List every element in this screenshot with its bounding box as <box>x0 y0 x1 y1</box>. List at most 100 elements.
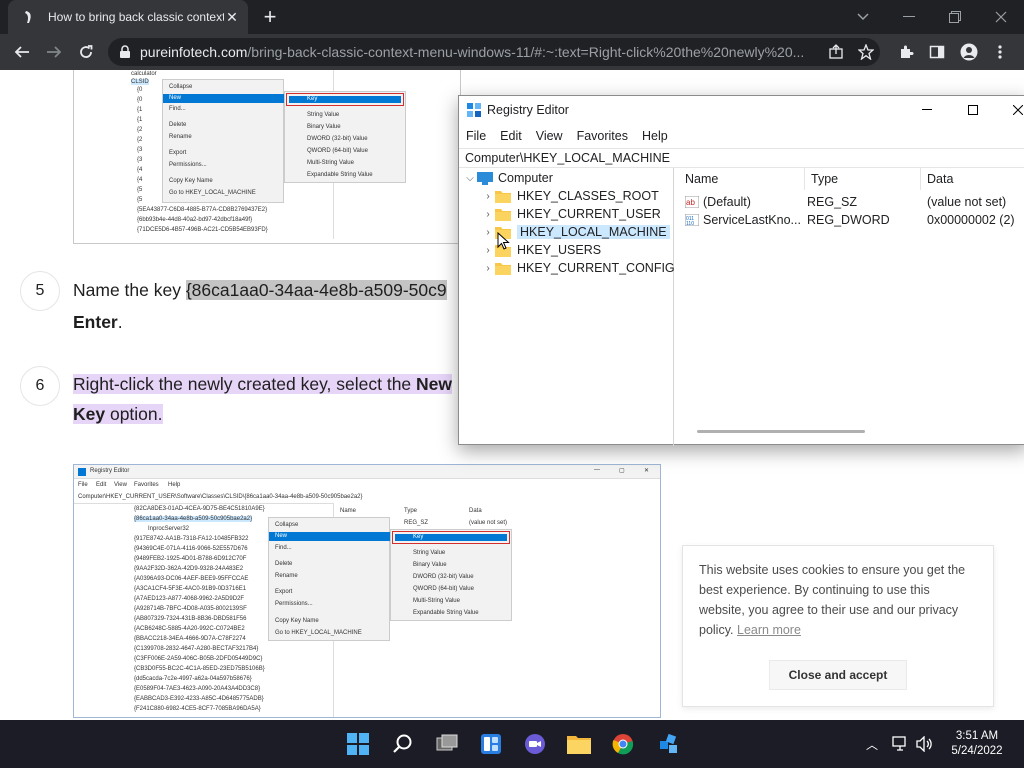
string-value-icon: ab <box>685 196 699 208</box>
menu-edit[interactable]: Edit <box>493 126 529 146</box>
tab-strip: How to bring back classic context menu ✕… <box>0 0 1024 34</box>
menu-file[interactable]: File <box>459 126 493 146</box>
back-button[interactable] <box>10 40 34 64</box>
chevron-down-icon[interactable]: ⌵ <box>463 173 477 184</box>
chrome-icon <box>612 734 634 755</box>
chevron-right-icon[interactable]: › <box>481 263 495 274</box>
windows-taskbar: ︿ 3:51 AM 5/24/2022 <box>0 720 1024 768</box>
screenshot2-context-menu: Collapse New Find... Delete Rename Expor… <box>268 517 390 641</box>
registry-values-list: Name Type Data ab (Default) REG_SZ (valu… <box>679 168 1024 446</box>
share-icon[interactable] <box>828 44 844 60</box>
chrome-tab-search-icon[interactable] <box>840 0 886 34</box>
clock-time: 3:51 AM <box>955 730 999 742</box>
menu-help[interactable]: Help <box>635 126 675 146</box>
column-header-name[interactable]: Name <box>679 168 805 190</box>
registry-editor-taskbar-button[interactable] <box>655 730 683 758</box>
registry-minimize-button[interactable] <box>907 96 947 124</box>
file-explorer-button[interactable] <box>565 730 593 758</box>
horizontal-scrollbar[interactable] <box>697 430 865 433</box>
step-6-line-2: Key option. <box>73 404 163 424</box>
registry-close-button[interactable] <box>1007 96 1024 124</box>
chevron-right-icon[interactable]: › <box>481 209 495 220</box>
binary-value-icon: 011110 <box>685 214 699 226</box>
step-6-line-1: Right-click the newly created key, selec… <box>73 374 453 394</box>
registry-editor-icon <box>467 103 481 117</box>
system-clock[interactable]: 3:51 AM 5/24/2022 <box>944 729 1010 759</box>
chevron-right-icon[interactable]: › <box>481 191 495 202</box>
start-button[interactable] <box>344 730 372 758</box>
registry-menubar: File Edit View Favorites Help <box>459 126 675 146</box>
browser-toolbar: pureinfotech.com/bring-back-classic-cont… <box>0 34 1024 70</box>
minimize-button[interactable] <box>886 0 932 34</box>
reload-button[interactable] <box>74 40 98 64</box>
folder-icon <box>567 736 591 754</box>
menu-favorites[interactable]: Favorites <box>570 126 635 146</box>
menu-view[interactable]: View <box>529 126 570 146</box>
tree-node-hkey-current-config[interactable]: › HKEY_CURRENT_CONFIG <box>481 259 674 277</box>
forward-button[interactable] <box>42 40 66 64</box>
computer-icon <box>477 171 493 185</box>
url-text: pureinfotech.com/bring-back-classic-cont… <box>140 44 805 60</box>
tree-node-hkey-classes-root[interactable]: › HKEY_CLASSES_ROOT <box>481 187 658 205</box>
registry-address-bar[interactable]: Computer\HKEY_LOCAL_MACHINE <box>459 148 1024 168</box>
value-row-default[interactable]: ab (Default) <box>685 193 751 211</box>
registry-maximize-button[interactable] <box>953 96 993 124</box>
close-and-accept-button[interactable]: Close and accept <box>769 660 907 690</box>
profile-icon[interactable] <box>960 43 978 61</box>
column-header-data[interactable]: Data <box>921 168 1024 190</box>
show-hidden-icons-chevron-icon[interactable]: ︿ <box>866 736 878 753</box>
registry-editor-icon <box>660 733 677 753</box>
extensions-icon[interactable] <box>898 44 914 60</box>
step-5-line-2: Enter. <box>73 312 123 332</box>
tree-node-hkey-current-user[interactable]: › HKEY_CURRENT_USER <box>481 205 660 223</box>
mouse-cursor-icon <box>497 232 510 250</box>
chevron-right-icon[interactable]: › <box>481 245 495 256</box>
step-number-6: 6 <box>20 366 60 406</box>
step-5-line-1: Name the key {86ca1aa0-34aa-4e8b-a509-50… <box>73 280 447 300</box>
registry-editor-window: Registry Editor File Edit View Favorites… <box>458 95 1024 446</box>
article-screenshot-2: Registry Editor — ▢ ✕ File Edit View Fav… <box>73 464 661 718</box>
network-icon[interactable] <box>892 736 910 752</box>
chat-camera-icon <box>525 734 545 754</box>
task-view-button[interactable] <box>433 730 461 758</box>
menu-dots-icon[interactable] <box>996 44 1004 60</box>
folder-icon <box>495 262 511 275</box>
arrow-right-icon <box>47 46 62 58</box>
side-panel-icon[interactable] <box>929 44 945 60</box>
chevron-right-icon[interactable]: › <box>481 227 495 238</box>
browser-tab[interactable]: How to bring back classic context menu ✕ <box>8 0 248 34</box>
search-button[interactable] <box>389 730 417 758</box>
column-header-type[interactable]: Type <box>805 168 921 190</box>
close-window-button[interactable] <box>978 0 1024 34</box>
arrow-left-icon <box>14 46 29 58</box>
search-icon <box>393 734 412 753</box>
lock-icon <box>120 45 130 58</box>
cookie-banner: This website uses cookies to ensure you … <box>682 545 994 707</box>
bookmark-star-icon[interactable] <box>858 44 874 60</box>
screenshot2-address: Computer\HKEY_CURRENT_USER\Software\Clas… <box>78 494 363 500</box>
value-row-servicelastknown[interactable]: 011 110 ServiceLastKno... <box>685 211 801 229</box>
learn-more-link[interactable]: Learn more <box>737 623 801 637</box>
screenshot1-context-menu: Collapse New Find... Delete Rename Expor… <box>162 79 284 203</box>
folder-icon <box>495 190 511 203</box>
chrome-button[interactable] <box>609 730 637 758</box>
volume-icon[interactable] <box>916 736 934 752</box>
teams-chat-button[interactable] <box>521 730 549 758</box>
widgets-icon <box>481 734 501 754</box>
task-view-icon <box>436 734 458 751</box>
screenshot2-titlebar: Registry Editor — ▢ ✕ <box>74 465 660 479</box>
svg-text:110: 110 <box>686 221 694 226</box>
folder-icon <box>495 208 511 221</box>
new-tab-button[interactable]: + <box>258 4 282 30</box>
registry-tree: ⌵ Computer › HKEY_CLASSES_ROOT › HKEY_CU… <box>459 168 675 446</box>
registry-title: Registry Editor <box>487 103 569 117</box>
restore-button[interactable] <box>932 0 978 34</box>
site-favicon-icon <box>25 11 31 23</box>
address-bar[interactable]: pureinfotech.com/bring-back-classic-cont… <box>108 38 880 66</box>
widgets-button[interactable] <box>477 730 505 758</box>
screenshot2-submenu: Key String Value Binary Value DWORD (32-… <box>390 529 512 621</box>
article-screenshot-1: calculator CLSID {0 {0 {1 {1 {2 {2 {3 {3… <box>73 70 461 244</box>
tree-node-computer[interactable]: ⌵ Computer <box>463 169 553 187</box>
tab-close-icon[interactable]: ✕ <box>224 9 240 26</box>
reload-icon <box>80 45 93 58</box>
